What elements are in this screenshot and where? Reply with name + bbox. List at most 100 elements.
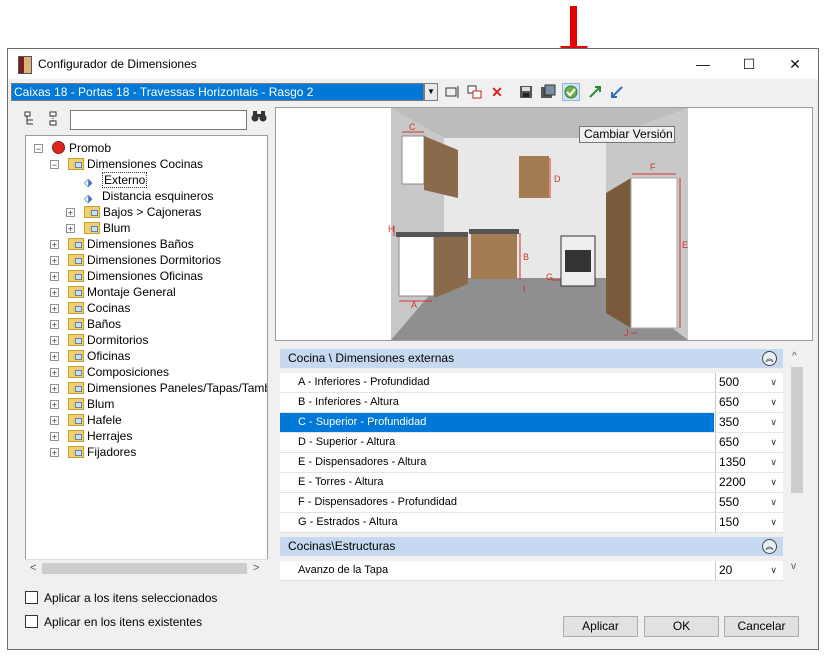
expand-icon[interactable]: + [50,288,59,298]
tree-horizontal-scrollbar[interactable]: < > [25,559,268,577]
tree-item[interactable]: + Hafele [50,412,122,428]
chevron-down-icon[interactable]: ∨ [770,433,777,452]
property-value-select[interactable]: 1350 ∨ [715,453,781,472]
chevron-down-icon[interactable]: ∨ [770,373,777,392]
property-value-select[interactable]: 20 ∨ [715,561,781,580]
property-row[interactable]: E - Dispensadores - Altura 1350 ∨ [280,453,783,473]
tree-item[interactable]: + Dimensiones Oficinas [50,268,203,284]
expand-icon[interactable]: + [50,432,59,442]
collapse-icon[interactable]: − [50,160,59,170]
tree-item[interactable]: + Montaje General [50,284,176,300]
tree-search-input[interactable] [70,110,247,130]
tree-item[interactable]: + Oficinas [50,348,130,364]
chevron-down-icon[interactable]: ∨ [770,473,777,492]
category-tree[interactable]: − Promob − Dimensiones Cocinas ⬗ Externo ⬗ Dist… [25,135,268,577]
tree-item[interactable]: + Blum [66,220,130,236]
tree-item[interactable]: − Dimensiones Cocinas [50,156,203,172]
expand-icon[interactable]: + [50,448,59,458]
property-row[interactable]: F - Dispensadores - Profundidad 550 ∨ [280,493,783,513]
scrollbar-thumb[interactable] [791,367,803,493]
chevron-down-icon[interactable]: ∨ [770,493,777,512]
group-header-structures[interactable]: Cocinas\Estructuras ︽ [280,537,783,556]
property-row[interactable]: A - Inferiores - Profundidad 500 ∨ [280,373,783,393]
tree-item[interactable]: ⬗ Distancia esquineros [84,188,213,205]
tree-item[interactable]: ⬗ Externo [84,172,148,189]
expand-icon[interactable]: + [66,208,75,218]
group-header-external-dimensions[interactable]: Cocina \ Dimensiones externas ︽ [280,349,783,368]
expand-icon[interactable]: + [50,416,59,426]
property-vertical-scrollbar[interactable]: ^ v [788,349,804,575]
apply-existing-checkbox[interactable] [25,615,38,628]
property-value-select[interactable]: 650 ∨ [715,433,781,452]
collapse-icon[interactable]: − [34,144,43,154]
import-icon[interactable] [608,83,626,101]
expand-icon[interactable]: + [50,320,59,330]
tree-item[interactable]: + Bajos > Cajoneras [66,204,201,220]
expand-icon[interactable]: + [50,384,59,394]
property-value-select[interactable]: 350 ∨ [715,413,781,432]
property-value-select[interactable]: 150 ∨ [715,513,781,532]
property-row[interactable]: G - Estrados - Altura 150 ∨ [280,513,783,533]
chevron-down-icon[interactable]: ∨ [770,393,777,412]
expand-icon[interactable]: + [50,272,59,282]
expand-icon[interactable]: + [66,224,75,234]
save-icon[interactable] [517,83,535,101]
chevron-down-icon[interactable]: ∨ [770,453,777,472]
chevron-down-icon[interactable]: ∨ [770,413,777,432]
expand-icon[interactable]: + [50,304,59,314]
collapse-all-icon[interactable] [48,111,60,130]
apply-selected-checkbox[interactable] [25,591,38,604]
cancel-button[interactable]: Cancelar [724,616,799,637]
tree-item[interactable]: + Baños [50,316,121,332]
scroll-up-icon[interactable]: ^ [792,351,797,362]
tree-item[interactable]: + Dormitorios [50,332,148,348]
property-row[interactable]: B - Inferiores - Altura 650 ∨ [280,393,783,413]
expand-icon[interactable]: + [50,400,59,410]
maximize-button[interactable]: ☐ [726,49,772,79]
save-as-icon[interactable] [539,83,557,101]
tree-item[interactable]: + Composiciones [50,364,169,380]
expand-all-icon[interactable] [24,111,40,130]
scroll-down-icon[interactable]: v [791,561,796,572]
property-value-select[interactable]: 500 ∨ [715,373,781,392]
tree-item[interactable]: + Cocinas [50,300,130,316]
ok-button[interactable]: OK [644,616,719,637]
expand-icon[interactable]: + [50,256,59,266]
property-value-select[interactable]: 2200 ∨ [715,473,781,492]
scroll-right-icon[interactable]: > [253,562,259,574]
tree-item[interactable]: + Dimensiones Baños [50,236,194,252]
change-version-icon[interactable] [562,83,580,101]
scrollbar-thumb[interactable] [42,563,247,574]
tree-item[interactable]: + Fijadores [50,444,136,460]
chevron-down-icon[interactable]: ∨ [770,513,777,532]
tree-item[interactable]: + Dimensiones Dormitorios [50,252,221,268]
copy-icon[interactable] [466,83,484,101]
minimize-button[interactable]: — [680,49,726,79]
property-row[interactable]: Avanzo de la Tapa 20 ∨ [280,561,783,581]
binoculars-search-icon[interactable] [251,109,267,126]
chevron-down-icon[interactable]: ∨ [770,561,777,580]
property-row[interactable]: D - Superior - Altura 650 ∨ [280,433,783,453]
expand-icon[interactable]: + [50,352,59,362]
edit-icon[interactable] [444,83,462,101]
scroll-left-icon[interactable]: < [30,562,36,574]
expand-icon[interactable]: + [50,240,59,250]
tree-item[interactable]: + Blum [50,396,114,412]
delete-icon[interactable]: ✕ [488,83,506,101]
property-row[interactable]: C - Superior - Profundidad 350 ∨ [280,413,783,433]
export-icon[interactable] [586,83,604,101]
collapse-icon[interactable]: ︽ [762,539,777,554]
property-value-select[interactable]: 650 ∨ [715,393,781,412]
expand-icon[interactable]: + [50,368,59,378]
tree-item[interactable]: − Promob [34,140,111,156]
chevron-down-icon[interactable]: ▼ [424,83,438,101]
apply-button[interactable]: Aplicar [563,616,638,637]
property-grid[interactable]: Cocina \ Dimensiones externas ︽ A - Infe… [280,349,785,584]
property-row[interactable]: E - Torres - Altura 2200 ∨ [280,473,783,493]
collapse-icon[interactable]: ︽ [762,351,777,366]
expand-icon[interactable]: + [50,336,59,346]
close-button[interactable]: ✕ [772,49,818,79]
configuration-select[interactable]: Caixas 18 - Portas 18 - Travessas Horizo… [11,83,424,101]
property-value-select[interactable]: 550 ∨ [715,493,781,512]
tree-item[interactable]: + Dimensiones Paneles/Tapas/Tambur [50,380,267,396]
